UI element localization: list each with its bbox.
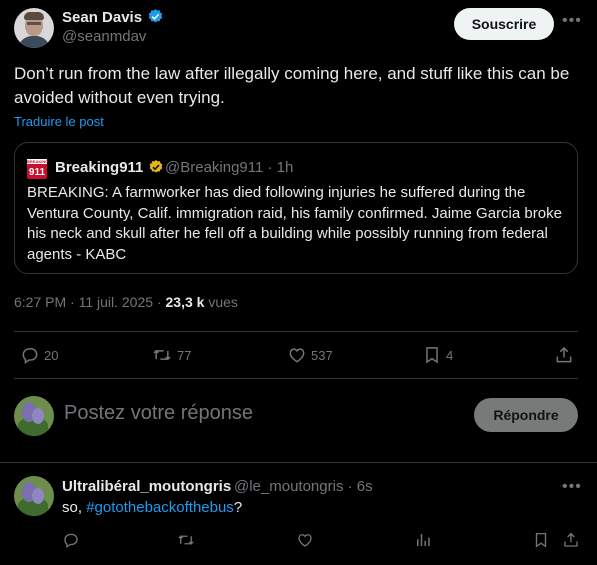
reply-text-prefix: so,	[62, 499, 87, 516]
views-label: vues	[208, 294, 238, 310]
quoted-tweet-text: BREAKING: A farmworker has died followin…	[27, 184, 562, 263]
like-icon[interactable]	[296, 531, 314, 554]
like-button[interactable]: 537	[287, 345, 333, 365]
translate-link[interactable]: Traduire le post	[14, 114, 104, 129]
divider	[0, 462, 597, 463]
timestamp-link[interactable]: 6:27 PM · 11 juil. 2025 ·	[14, 294, 162, 310]
tweet-timestamp: 6:27 PM · 11 juil. 2025 · 23,3 k vues	[14, 294, 238, 310]
reply-text: so, #gotothebackofthebus?	[62, 499, 242, 516]
verified-badge-icon	[148, 159, 164, 179]
bookmark-icon[interactable]	[532, 531, 550, 554]
share-icon[interactable]	[554, 345, 574, 370]
quoted-tweet[interactable]: BREAKING 911 Breaking911 @Breaking911 · …	[14, 142, 578, 274]
quoted-time: · 1h	[267, 159, 294, 176]
reply-icon	[20, 345, 40, 365]
reply-count: 20	[44, 347, 59, 363]
quoted-author-handle[interactable]: @Breaking911	[165, 159, 263, 176]
bookmark-count: 4	[446, 347, 454, 363]
quoted-author-name[interactable]: Breaking911	[55, 159, 164, 179]
reply-time: · 6s	[347, 478, 373, 495]
divider	[14, 378, 578, 379]
divider	[14, 331, 578, 332]
more-icon[interactable]: •••	[562, 12, 582, 30]
tweet-text: Don’t run from the law after illegally c…	[14, 64, 570, 107]
reply-author-name[interactable]: Ultralibéral_moutongris	[62, 478, 231, 495]
bookmark-button[interactable]: 4	[422, 345, 453, 365]
repost-button[interactable]: 77	[151, 345, 191, 365]
author-handle[interactable]: @seanmdav	[62, 28, 146, 45]
subscribe-button[interactable]: Souscrire	[454, 8, 554, 40]
bookmark-icon	[422, 345, 442, 365]
reply-button[interactable]: 20	[20, 345, 58, 365]
reply-author-handle[interactable]: @le_moutongris	[234, 478, 343, 495]
more-icon[interactable]: •••	[562, 478, 582, 496]
views-count: 23,3 k	[165, 294, 205, 310]
repost-count: 77	[177, 347, 192, 363]
reply-submit-button[interactable]: Répondre	[474, 398, 578, 432]
repost-icon	[151, 345, 173, 365]
quoted-author-logo: BREAKING 911	[27, 159, 49, 179]
author-avatar[interactable]	[14, 8, 54, 48]
author-name[interactable]: Sean Davis	[62, 9, 142, 26]
reply-author-avatar[interactable]	[14, 476, 54, 516]
reply-author-meta: @le_moutongris · 6s	[234, 478, 373, 495]
hashtag-link[interactable]: #gotothebackofthebus	[86, 499, 234, 516]
views-chart-icon[interactable]	[414, 531, 432, 554]
reply-icon[interactable]	[62, 531, 80, 554]
like-icon	[287, 345, 307, 365]
reply-text-suffix: ?	[233, 499, 243, 516]
quoted-author-meta: @Breaking911 · 1h	[165, 159, 293, 176]
repost-icon[interactable]	[176, 531, 196, 554]
share-icon[interactable]	[562, 531, 580, 554]
verified-badge-icon	[147, 8, 164, 30]
reply-input[interactable]: Postez votre réponse	[64, 402, 253, 425]
author-name-row[interactable]: Sean Davis	[62, 8, 164, 30]
like-count: 537	[311, 347, 333, 363]
user-avatar[interactable]	[14, 396, 54, 436]
